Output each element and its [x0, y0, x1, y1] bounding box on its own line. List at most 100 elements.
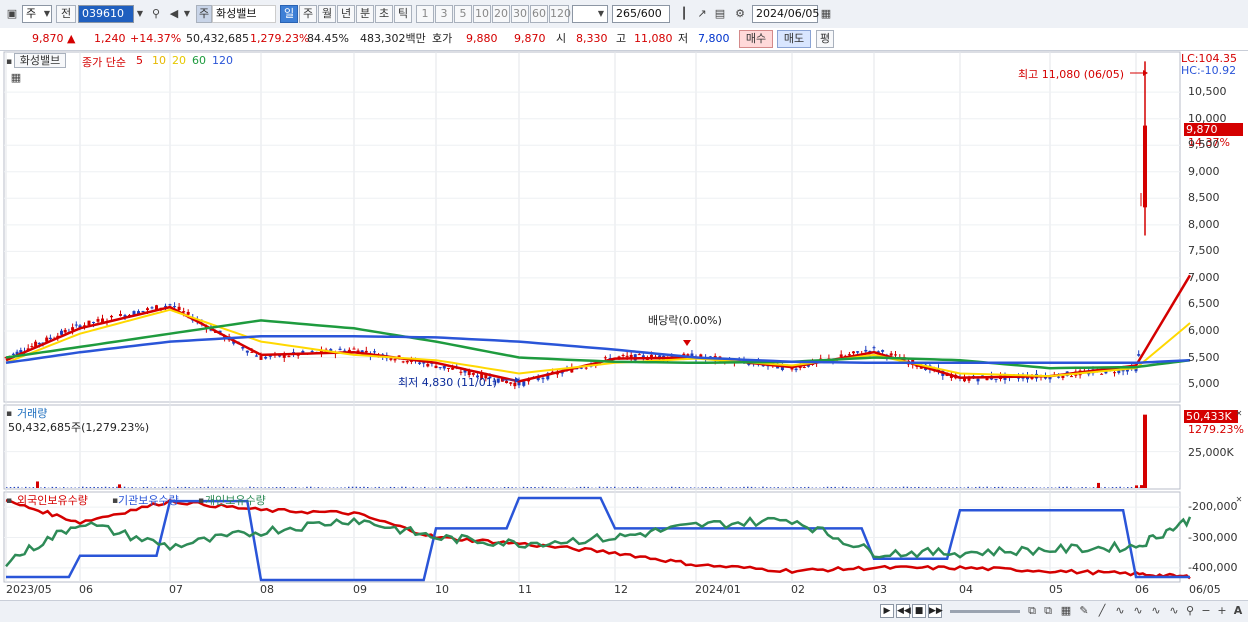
- interval-60[interactable]: 60: [530, 5, 548, 23]
- candle-body: [178, 307, 181, 310]
- scroll-first-button[interactable]: ◀◀: [896, 604, 910, 618]
- volume-bar: [169, 487, 171, 488]
- speaker-icon[interactable]: ◀: [166, 6, 182, 22]
- volume-bar: [914, 487, 916, 488]
- bid1: 9,880: [466, 31, 498, 47]
- bid-label: 호가: [432, 31, 452, 47]
- candle-body: [459, 372, 462, 373]
- table-icon[interactable]: ▦: [8, 70, 24, 86]
- volume-bar: [504, 487, 506, 488]
- open: 8,330: [576, 31, 608, 47]
- volume-bar: [1097, 483, 1100, 488]
- period-week[interactable]: 주: [299, 5, 317, 23]
- volume-bar: [511, 487, 513, 488]
- interval-3[interactable]: 3: [435, 5, 453, 23]
- candle-body: [260, 356, 263, 360]
- candle-body: [840, 354, 843, 356]
- volume-bar: [1024, 487, 1026, 488]
- volume-bar: [766, 487, 768, 488]
- volume-bar: [196, 487, 198, 488]
- candle-body: [353, 349, 356, 350]
- period-month[interactable]: 월: [318, 5, 336, 23]
- stock-legend-button[interactable]: 화성밸브: [14, 53, 66, 68]
- period-year[interactable]: 년: [337, 5, 355, 23]
- stock-code-input[interactable]: 039610: [78, 5, 134, 23]
- gear-icon[interactable]: ⚙: [732, 6, 748, 22]
- search-icon[interactable]: ⚲: [148, 6, 164, 22]
- indicator-icon[interactable]: ∿: [1148, 603, 1164, 619]
- interval-1[interactable]: 1: [416, 5, 434, 23]
- candle-body: [795, 369, 798, 370]
- chevron-down-icon[interactable]: ▼: [182, 6, 192, 22]
- plus-icon[interactable]: +: [1214, 603, 1230, 619]
- volume-bar: [481, 487, 483, 488]
- scroll-last-button[interactable]: ▶▶: [928, 604, 942, 618]
- volume-bar: [720, 487, 722, 488]
- interval-120[interactable]: 120: [549, 5, 569, 23]
- font-size-icon[interactable]: A: [1230, 603, 1246, 619]
- draw-icon[interactable]: ✎: [1076, 603, 1092, 619]
- volume-bar: [78, 487, 80, 488]
- candle-body: [435, 366, 438, 368]
- close-icon[interactable]: ✕: [1234, 406, 1244, 422]
- price-y-tick: 7,500: [1188, 244, 1220, 257]
- wave-icon[interactable]: ∿: [1112, 603, 1128, 619]
- candle-body: [173, 306, 176, 307]
- avg-button[interactable]: 평: [816, 30, 834, 48]
- zoom-icon[interactable]: ⚲: [1182, 603, 1198, 619]
- grid-icon[interactable]: ▦: [1058, 603, 1074, 619]
- volume-bar: [268, 487, 270, 488]
- chevron-down-icon[interactable]: ▼: [134, 6, 146, 22]
- volume-bar: [295, 487, 297, 488]
- volume-bar: [793, 487, 795, 488]
- volume-bar: [1009, 487, 1011, 488]
- chevron-down-icon[interactable]: ▼: [42, 6, 52, 22]
- minus-icon[interactable]: −: [1198, 603, 1214, 619]
- volume-bar: [534, 487, 536, 488]
- window-icon[interactable]: ▣: [4, 6, 20, 22]
- count-input[interactable]: 265/600: [612, 5, 670, 23]
- candle-body: [187, 312, 190, 315]
- copy-icon[interactable]: ⧉: [1024, 603, 1040, 619]
- buy-button[interactable]: 매수: [739, 30, 773, 48]
- price-y-tick: 7,000: [1188, 271, 1220, 284]
- candle-body: [12, 354, 15, 355]
- volume-bar: [747, 487, 749, 488]
- candle-body: [977, 379, 980, 382]
- candle-body: [509, 382, 512, 383]
- prev-button[interactable]: 전: [56, 5, 76, 23]
- split-icon[interactable]: ⧉: [1040, 603, 1056, 619]
- volume-value: 50,432,685주(1,279.23%): [8, 419, 149, 435]
- bullet-icon: ▪: [4, 54, 14, 70]
- interval-10[interactable]: 10: [473, 5, 491, 23]
- period-minute[interactable]: 분: [356, 5, 374, 23]
- volume-bar: [25, 487, 27, 488]
- line-draw-icon[interactable]: ↗: [694, 6, 710, 22]
- candle-icon[interactable]: ┃: [676, 6, 692, 22]
- candle-body: [451, 368, 454, 370]
- interval-20[interactable]: 20: [492, 5, 510, 23]
- save-icon[interactable]: ▤: [712, 6, 728, 22]
- line-icon[interactable]: ╱: [1094, 603, 1110, 619]
- volume-bar: [751, 487, 753, 488]
- stock-name: 화성밸브: [212, 5, 276, 23]
- volume-bar: [435, 487, 437, 488]
- volume-bar: [359, 487, 361, 488]
- scroll-right-button[interactable]: ▶: [880, 604, 894, 618]
- date-input[interactable]: 2024/06/05: [752, 5, 818, 23]
- period-day[interactable]: 일: [280, 5, 298, 23]
- interval-30[interactable]: 30: [511, 5, 529, 23]
- interval-5[interactable]: 5: [454, 5, 472, 23]
- volume-bar: [124, 487, 126, 488]
- stop-button[interactable]: ■: [912, 604, 926, 618]
- chart-type-icon[interactable]: ∿: [1130, 603, 1146, 619]
- sell-button[interactable]: 매도: [777, 30, 811, 48]
- candle-body: [522, 381, 525, 385]
- period-tick[interactable]: 틱: [394, 5, 412, 23]
- stock-type-tag: 주: [196, 5, 212, 23]
- compare-icon[interactable]: ∿: [1166, 603, 1182, 619]
- zoom-slider[interactable]: [950, 610, 1020, 613]
- period-second[interactable]: 초: [375, 5, 393, 23]
- calendar-icon[interactable]: ▦: [818, 6, 834, 22]
- chevron-down-icon[interactable]: ▼: [596, 6, 606, 22]
